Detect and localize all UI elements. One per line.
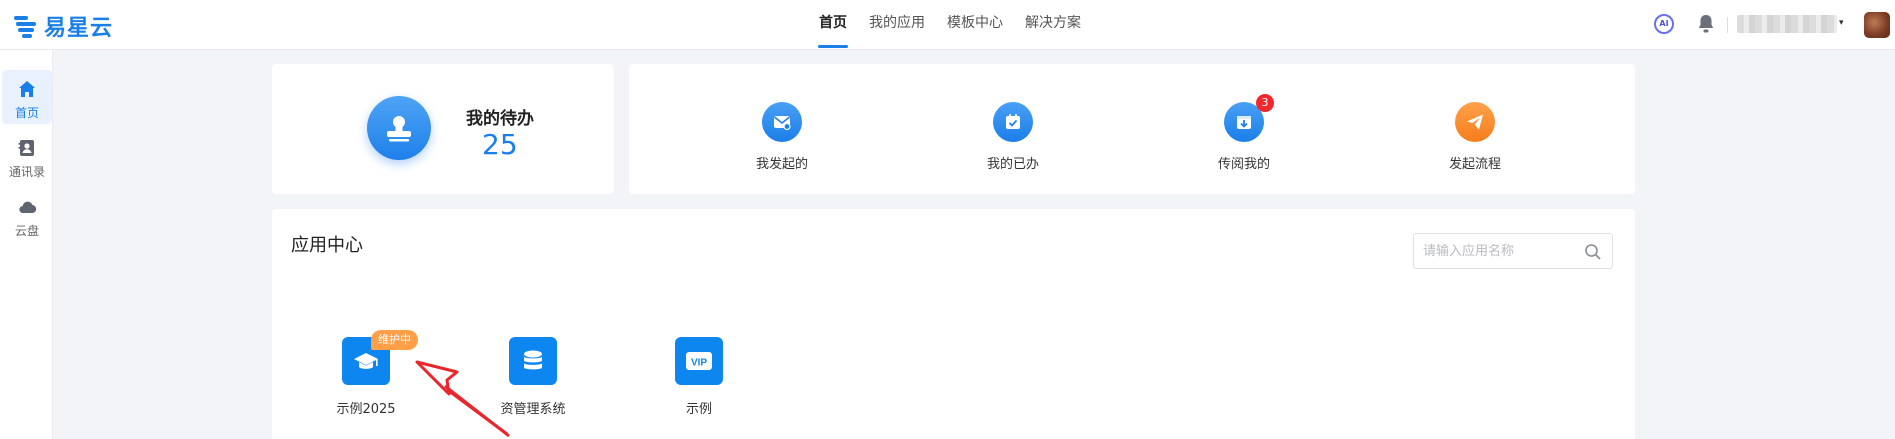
home-icon	[19, 81, 35, 97]
mail-icon	[762, 102, 802, 142]
quick-actions-card: 我发起的 我的已办 3 传阅我的 发起流程	[629, 64, 1635, 194]
nav-home[interactable]: 首页	[808, 0, 858, 50]
app-name: 示例	[685, 402, 712, 417]
action-label: 我发起的	[755, 157, 808, 172]
action-circulated-to-me[interactable]: 3 传阅我的	[1189, 94, 1299, 172]
unread-badge: 3	[1256, 94, 1274, 112]
sidebar: 首页 通讯录 云盘	[0, 50, 53, 439]
nav-template-center[interactable]: 模板中心	[936, 0, 1014, 50]
maintenance-badge: 维护中	[371, 330, 418, 350]
sidebar-item-cloud-drive[interactable]: 云盘	[2, 188, 52, 242]
app-search-input[interactable]	[1414, 234, 1574, 268]
app-center-title: 应用中心	[291, 235, 363, 256]
logo-text: 易星云	[44, 16, 114, 41]
todo-card[interactable]: 我的待办 25	[272, 64, 614, 194]
top-bar: 易星云 首页 我的应用 模板中心 解决方案 AI ▾	[0, 0, 1895, 50]
app-item-example[interactable]: VIP 示例	[639, 337, 759, 417]
top-nav: 首页 我的应用 模板中心 解决方案	[808, 0, 1092, 50]
username-blurred[interactable]	[1737, 15, 1837, 33]
cloud-icon	[19, 201, 37, 214]
nav-my-apps[interactable]: 我的应用	[858, 0, 936, 50]
logo-mark-icon	[14, 13, 40, 39]
action-label: 传阅我的	[1217, 157, 1270, 172]
todo-count[interactable]: 25	[482, 128, 518, 161]
avatar[interactable]	[1864, 12, 1890, 38]
annotation-arrow-icon	[415, 360, 510, 438]
sidebar-item-home[interactable]: 首页	[2, 70, 52, 124]
user-menu-caret-icon[interactable]: ▾	[1839, 18, 1844, 28]
sidebar-item-label: 通讯录	[8, 165, 45, 179]
search-icon[interactable]	[1584, 243, 1602, 261]
action-initiated-by-me[interactable]: 我发起的	[727, 102, 837, 172]
action-label: 我的已办	[986, 157, 1039, 172]
calendar-check-icon	[993, 102, 1033, 142]
action-my-done[interactable]: 我的已办	[958, 102, 1068, 172]
sidebar-item-contacts[interactable]: 通讯录	[2, 129, 52, 183]
sidebar-item-label: 首页	[14, 106, 39, 120]
sidebar-item-label: 云盘	[14, 224, 39, 238]
vip-icon-text: VIP	[691, 358, 707, 369]
paper-plane-icon	[1455, 102, 1495, 142]
contacts-icon	[18, 140, 34, 156]
app-search-box[interactable]	[1413, 233, 1613, 269]
logo[interactable]: 易星云	[14, 10, 113, 42]
ai-icon[interactable]: AI	[1654, 14, 1674, 34]
user-stamp-icon	[367, 96, 431, 160]
header-divider	[1727, 17, 1728, 33]
action-label: 发起流程	[1448, 157, 1501, 172]
nav-solutions[interactable]: 解决方案	[1014, 0, 1092, 50]
action-start-process[interactable]: 发起流程	[1420, 102, 1530, 172]
inbox-download-icon: 3	[1224, 94, 1274, 142]
vip-icon: VIP	[675, 337, 723, 385]
bell-icon[interactable]	[1697, 14, 1715, 34]
todo-title: 我的待办	[466, 109, 534, 129]
database-icon	[509, 337, 557, 385]
